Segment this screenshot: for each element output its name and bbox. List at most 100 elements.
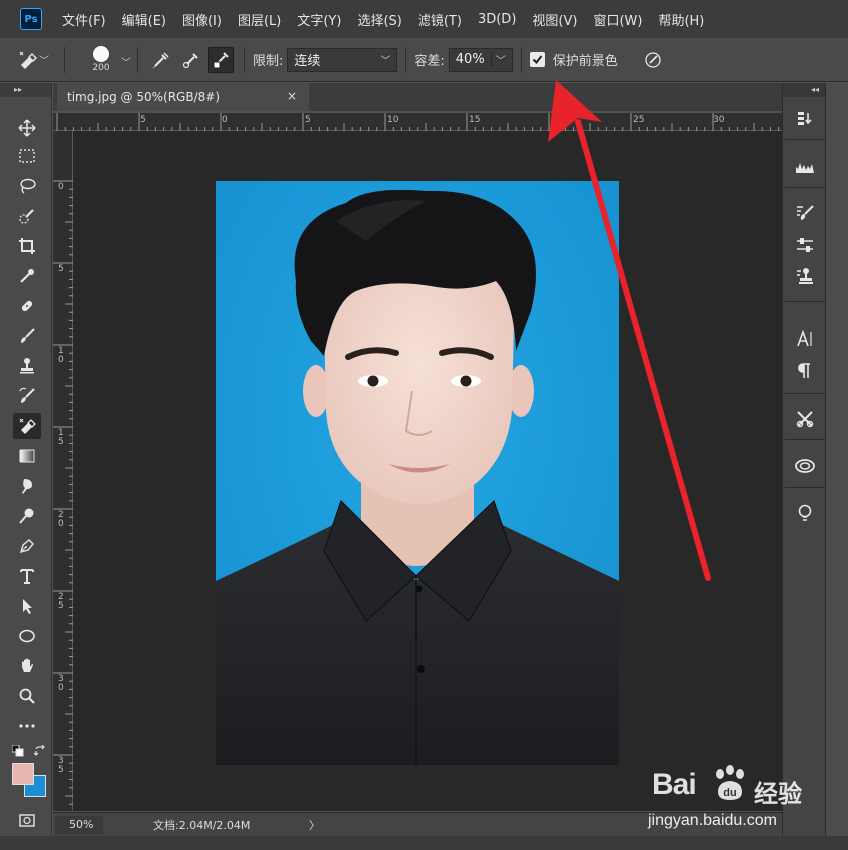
ruler-label: 2 0 bbox=[58, 510, 64, 529]
protect-foreground-checkbox[interactable] bbox=[529, 52, 545, 67]
ellipse-tool[interactable] bbox=[13, 623, 41, 649]
tolerance-label: 容差: bbox=[414, 54, 445, 69]
document-tab-bar: timg.jpg @ 50%(RGB/8#) × bbox=[53, 83, 782, 111]
collapse-toolbar-icon[interactable]: ▸▸ bbox=[0, 83, 51, 97]
gradient-tool[interactable] bbox=[13, 443, 41, 469]
ruler-label: 3 0 bbox=[58, 674, 64, 693]
history-brush-tool[interactable] bbox=[13, 383, 41, 409]
ruler-label: 5 bbox=[305, 115, 311, 125]
document-tab[interactable]: timg.jpg @ 50%(RGB/8#) × bbox=[57, 83, 309, 111]
learn-panel-button[interactable] bbox=[791, 499, 819, 527]
menu-3d[interactable]: 3D(D) bbox=[478, 12, 516, 27]
document-image[interactable] bbox=[216, 181, 619, 765]
dodge-tool[interactable] bbox=[13, 503, 41, 529]
menu-bar: Ps 文件(F) 编辑(E) 图像(I) 图层(L) 文字(Y) 选择(S) 滤… bbox=[0, 0, 848, 38]
divider bbox=[64, 46, 65, 73]
ruler-label: 0 bbox=[58, 182, 64, 192]
hand-tool[interactable] bbox=[13, 653, 41, 679]
tolerance-input[interactable]: 40% ﹀ bbox=[448, 47, 513, 72]
divider bbox=[520, 46, 522, 73]
default-colors-icon[interactable] bbox=[12, 745, 24, 757]
menu-help[interactable]: 帮助(H) bbox=[658, 10, 704, 29]
menu-image[interactable]: 图像(I) bbox=[182, 10, 222, 29]
sampling-background-swatch-button[interactable] bbox=[208, 46, 234, 73]
menu-type[interactable]: 文字(Y) bbox=[297, 10, 341, 29]
quick-select-tool[interactable] bbox=[13, 203, 41, 229]
document-size-info: 文档:2.04M/2.04M bbox=[153, 819, 251, 832]
ruler-ticks bbox=[56, 113, 780, 131]
clone-stamp-icon bbox=[20, 358, 34, 374]
blur-tool[interactable] bbox=[13, 473, 41, 499]
paragraph-panel-button[interactable] bbox=[791, 357, 819, 385]
hand-icon bbox=[22, 658, 33, 672]
limit-select[interactable]: 连续 ﹀ bbox=[287, 47, 398, 72]
healing-brush-tool[interactable] bbox=[13, 293, 41, 319]
background-eraser-tool[interactable] bbox=[13, 413, 41, 439]
history-brush-icon bbox=[19, 387, 35, 403]
pen-tool[interactable] bbox=[13, 533, 41, 559]
close-icon[interactable]: × bbox=[287, 89, 297, 103]
ruler-label: 0 bbox=[222, 115, 228, 125]
history-panel-button[interactable] bbox=[791, 105, 819, 133]
brush-icon bbox=[21, 328, 35, 343]
tool-preset-picker[interactable]: ﹀ bbox=[10, 45, 56, 75]
menu-layer[interactable]: 图层(L) bbox=[238, 10, 281, 29]
limit-select-value: 连续 bbox=[294, 54, 321, 69]
more-tools-button[interactable] bbox=[13, 713, 41, 739]
sampling-continuous-button[interactable] bbox=[148, 47, 174, 73]
type-tool[interactable] bbox=[13, 563, 41, 589]
tool-presets-icon bbox=[796, 411, 814, 428]
crop-icon bbox=[19, 238, 35, 254]
horizontal-ruler[interactable]: 5 0 5 10 15 20 25 30 bbox=[53, 113, 782, 131]
swap-colors-icon[interactable] bbox=[34, 745, 46, 757]
more-tools-icon bbox=[19, 724, 35, 728]
status-menu-chevron-icon[interactable]: 〉 bbox=[309, 817, 320, 833]
tool-presets-panel-button[interactable] bbox=[791, 405, 819, 433]
vertical-ruler[interactable]: 0 5 1 0 1 5 2 0 2 5 3 0 3 5 bbox=[53, 131, 73, 811]
zoom-tool[interactable] bbox=[13, 683, 41, 709]
collapse-panels-icon[interactable]: ◂◂ bbox=[783, 83, 825, 97]
lasso-tool[interactable] bbox=[13, 173, 41, 199]
panel-dock: ◂◂ bbox=[782, 83, 826, 836]
clone-source-panel-button[interactable] bbox=[791, 263, 819, 291]
eyedropper-tool[interactable] bbox=[13, 263, 41, 289]
foreground-color-swatch[interactable] bbox=[12, 763, 34, 785]
pen-icon bbox=[19, 539, 34, 554]
zoom-level-field[interactable]: 50% bbox=[55, 816, 103, 834]
menu-window[interactable]: 窗口(W) bbox=[593, 10, 642, 29]
menu-edit[interactable]: 编辑(E) bbox=[122, 10, 166, 29]
creative-cloud-icon bbox=[795, 459, 815, 473]
path-select-tool[interactable] bbox=[13, 593, 41, 619]
crop-tool[interactable] bbox=[13, 233, 41, 259]
divider bbox=[785, 139, 825, 140]
adjustments-panel-button[interactable] bbox=[791, 231, 819, 259]
brushes-panel-button[interactable] bbox=[791, 153, 819, 181]
menu-view[interactable]: 视图(V) bbox=[532, 10, 577, 29]
ruler-label: 2 5 bbox=[58, 592, 64, 611]
ruler-label: 20 bbox=[551, 115, 563, 125]
healing-brush-icon bbox=[21, 300, 33, 312]
brush-settings-panel-button[interactable] bbox=[791, 199, 819, 227]
libraries-panel-button[interactable] bbox=[791, 451, 819, 479]
character-panel-button[interactable] bbox=[791, 325, 819, 353]
sampling-once-button[interactable] bbox=[178, 47, 204, 73]
ruler-label: 5 bbox=[58, 264, 64, 274]
ruler-label: 15 bbox=[469, 115, 481, 125]
clone-stamp-tool[interactable] bbox=[13, 353, 41, 379]
divider bbox=[785, 187, 825, 188]
panel-collapsed-edge[interactable] bbox=[826, 83, 848, 836]
pressure-size-button[interactable] bbox=[640, 47, 666, 73]
quick-mask-button[interactable] bbox=[13, 807, 41, 833]
brush-tool[interactable] bbox=[13, 323, 41, 349]
menu-file[interactable]: 文件(F) bbox=[62, 10, 106, 29]
menu-filter[interactable]: 滤镜(T) bbox=[418, 10, 462, 29]
move-tool[interactable] bbox=[13, 115, 41, 141]
gradient-icon bbox=[19, 449, 35, 463]
marquee-tool[interactable] bbox=[13, 143, 41, 169]
ruler-label: 10 bbox=[387, 115, 399, 125]
chevron-down-icon: ﹀ bbox=[490, 52, 506, 67]
brush-preset-picker[interactable]: 200 ﹀ bbox=[73, 46, 131, 73]
menu-select[interactable]: 选择(S) bbox=[357, 10, 401, 29]
quick-select-icon bbox=[19, 209, 34, 224]
eyedropper-once-icon bbox=[182, 52, 198, 68]
